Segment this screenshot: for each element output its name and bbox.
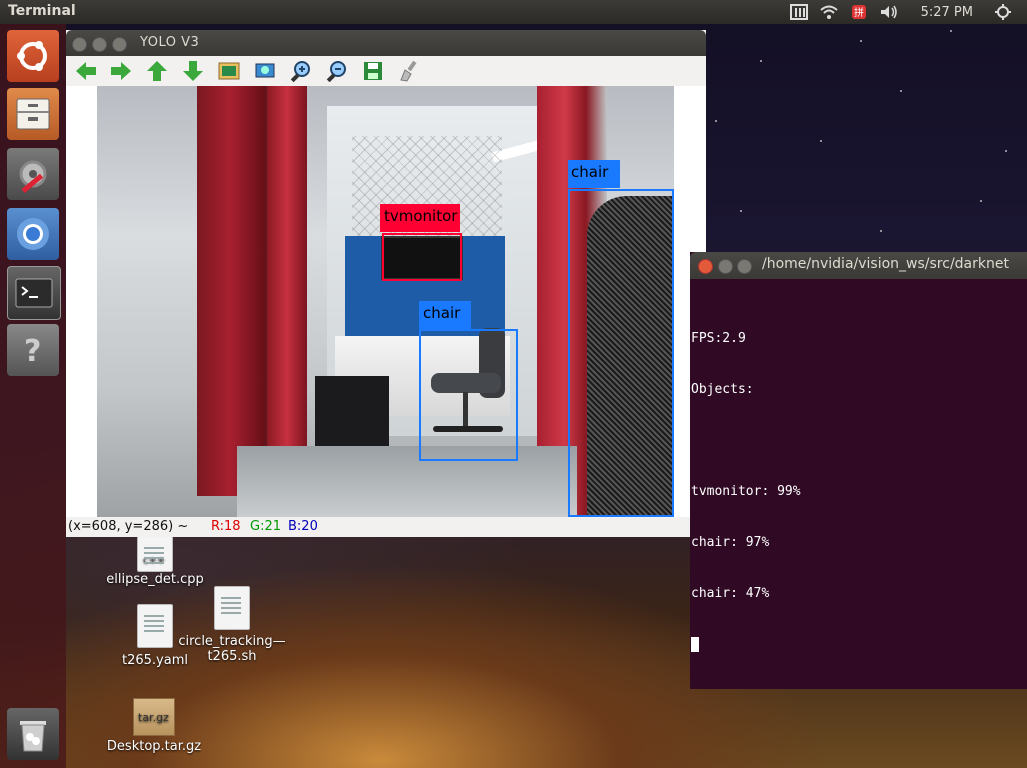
detection-box-chair-near[interactable] — [568, 189, 674, 517]
door-frame-left — [267, 86, 307, 466]
arrow-down-icon[interactable] — [181, 60, 205, 82]
settings-wrench-icon — [19, 160, 47, 193]
svg-text:?: ? — [24, 334, 41, 368]
zoom-fit-icon[interactable] — [253, 60, 277, 82]
detection-label-chair-near: chair — [568, 160, 620, 188]
minimize-button[interactable] — [92, 37, 107, 52]
help-launcher-button[interactable]: ? — [7, 324, 59, 376]
close-button[interactable] — [72, 37, 87, 52]
power-gear-icon[interactable] — [993, 3, 1013, 21]
svg-text:拼: 拼 — [854, 6, 864, 19]
cursor-coords: (x=608, y=286) ~ — [68, 519, 189, 534]
detection-label-chair-far: chair — [419, 301, 471, 329]
detection-box-tvmonitor[interactable] — [382, 233, 462, 281]
volume-icon[interactable] — [879, 3, 899, 21]
question-icon: ? — [24, 334, 41, 368]
chromium-icon — [17, 218, 49, 250]
top-panel: Terminal 拼 5:27 PM — [0, 0, 1027, 24]
minimize-button[interactable] — [718, 259, 733, 274]
image-toolbar — [66, 56, 706, 86]
text-file-icon — [214, 586, 250, 630]
trash-launcher-button[interactable] — [7, 708, 59, 760]
ubuntu-logo-icon — [17, 41, 47, 71]
arrow-right-icon[interactable] — [109, 60, 133, 82]
zoom-out-icon[interactable] — [325, 60, 349, 82]
desktop-icon-label: Desktop.tar.gz — [106, 739, 202, 754]
desktop-icon-label: ellipse_det.cpp — [106, 572, 204, 587]
terminal-titlebar[interactable]: /home/nvidia/vision_ws/src/darknet — [690, 252, 1027, 279]
terminal-line: FPS:2.9 — [691, 331, 746, 346]
save-icon[interactable] — [361, 60, 385, 82]
camera-frame: tvmonitor chair chair — [97, 86, 674, 517]
terminal-line: chair: 47% — [691, 586, 770, 601]
pixel-r-value: R:18 — [211, 519, 241, 534]
zoom-in-icon[interactable] — [289, 60, 313, 82]
pc-tower — [315, 376, 389, 451]
trash-icon — [20, 721, 46, 752]
terminal-line: chair: 97% — [691, 535, 770, 550]
system-tray: 拼 5:27 PM — [789, 0, 1027, 24]
yolo-titlebar[interactable]: YOLO V3 — [66, 30, 706, 56]
system-settings-button[interactable] — [7, 148, 59, 200]
active-app-title: Terminal — [8, 3, 76, 19]
pixel-status-bar: (x=608, y=286) ~ R:18 G:21 B:20 — [66, 517, 706, 537]
input-method-icon[interactable]: 拼 — [849, 3, 869, 21]
cpp-file-icon: c++ — [137, 536, 173, 572]
terminal-icon — [15, 278, 53, 308]
terminal-line: Objects: — [691, 382, 754, 397]
chromium-launcher-button[interactable] — [7, 208, 59, 260]
file-cabinet-icon — [16, 98, 50, 130]
maximize-button[interactable] — [737, 259, 752, 274]
brush-icon[interactable] — [397, 60, 421, 82]
terminal-title: /home/nvidia/vision_ws/src/darknet — [762, 256, 1009, 272]
keyboard-icon[interactable] — [789, 3, 809, 21]
close-button[interactable] — [698, 259, 713, 274]
pixel-b-value: B:20 — [288, 519, 318, 534]
launcher: ? — [0, 24, 66, 768]
floor — [237, 446, 577, 517]
maximize-button[interactable] — [112, 37, 127, 52]
terminal-line: tvmonitor: 99% — [691, 484, 801, 499]
yolo-window: YOLO V3 tvmonitor chair chair (x=608, y=… — [66, 30, 706, 537]
clock[interactable]: 5:27 PM — [921, 5, 973, 20]
text-file-icon — [137, 604, 173, 648]
desktop-icon-label: circle_tracking— t265.sh — [178, 634, 286, 664]
terminal-output[interactable]: FPS:2.9 Objects: tvmonitor: 99% chair: 9… — [691, 296, 801, 687]
desktop-icon-ellipse-det[interactable]: c++ ellipse_det.cpp — [105, 536, 205, 587]
files-launcher-button[interactable] — [7, 88, 59, 140]
image-viewport[interactable]: tvmonitor chair chair — [66, 86, 706, 517]
wifi-icon[interactable] — [819, 3, 839, 21]
terminal-window[interactable]: /home/nvidia/vision_ws/src/darknet FPS:2… — [690, 252, 1027, 689]
detection-label-tvmonitor: tvmonitor — [380, 204, 460, 232]
desktop-icon-desktop-tar[interactable]: tar.gz Desktop.tar.gz — [104, 698, 204, 754]
image-icon[interactable] — [217, 60, 241, 82]
archive-icon: tar.gz — [133, 698, 175, 736]
pixel-g-value: G:21 — [250, 519, 281, 534]
window-title: YOLO V3 — [140, 35, 200, 50]
detection-box-chair-far[interactable] — [419, 329, 518, 461]
ubuntu-dash-button[interactable] — [7, 30, 59, 82]
terminal-cursor — [691, 636, 801, 653]
terminal-launcher-button[interactable] — [7, 266, 61, 320]
desktop-icon-circle-tracking[interactable]: circle_tracking— t265.sh — [176, 586, 288, 664]
arrow-up-icon[interactable] — [145, 60, 169, 82]
arrow-left-icon[interactable] — [74, 60, 98, 82]
